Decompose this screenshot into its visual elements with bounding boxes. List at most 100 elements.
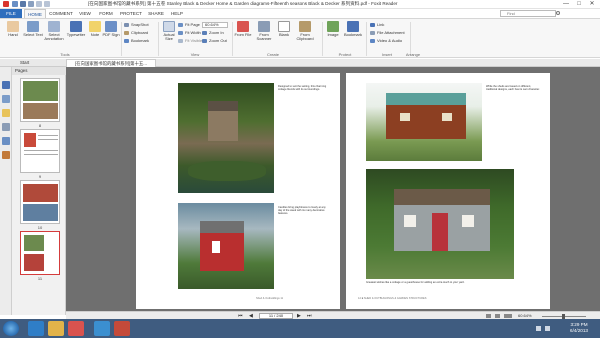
page-thumbnail[interactable] <box>20 78 60 122</box>
bookmarks-icon[interactable] <box>2 81 10 89</box>
arrange-group-label: Arrange <box>405 52 421 57</box>
group-separator <box>158 22 159 56</box>
volume-icon[interactable] <box>545 326 550 331</box>
thumbnail-page-number: 9 <box>38 174 42 179</box>
fit-page-button[interactable]: Fit Page <box>178 22 200 28</box>
fit-page-label: Fit Page <box>185 22 200 27</box>
start-button-icon[interactable] <box>3 321 19 336</box>
continuous-page-icon[interactable] <box>495 314 500 318</box>
pages-panel-title: Pages <box>12 67 66 75</box>
page-thumbnail[interactable] <box>20 231 60 275</box>
close-button[interactable]: ✕ <box>586 0 598 8</box>
tab-document[interactable]: [在向国家图书馆的藏书系列]第十五... <box>66 59 156 67</box>
from-file-icon <box>237 21 249 32</box>
thumbnail-image <box>23 103 58 119</box>
security-icon[interactable] <box>2 151 10 159</box>
fit-visible-icon <box>178 39 183 43</box>
search-icon[interactable] <box>556 11 560 15</box>
comments-icon[interactable] <box>2 109 10 117</box>
red-shed-shape <box>386 93 466 139</box>
clipboard-label: Clipboard <box>131 30 149 35</box>
select-annotation-button[interactable]: Select Annotation <box>42 21 66 51</box>
clipboard-icon <box>124 31 129 35</box>
hand-label: Hand <box>8 32 18 37</box>
note-label: Note <box>90 32 100 37</box>
select-text-button[interactable]: Select Text <box>22 21 44 51</box>
create-group-label: Create <box>266 52 279 57</box>
cottage-photo <box>178 83 274 193</box>
bookmark-label: Bookmark <box>343 32 362 37</box>
bookmark-dropdown[interactable]: Bookmark <box>124 38 149 44</box>
thumbnail-page-number: 8 <box>38 123 42 128</box>
zoom-slider[interactable] <box>542 314 586 319</box>
pdf-sign-button[interactable]: PDF Sign <box>102 21 120 51</box>
ribbon: Hand Select Text Select Annotation Typew… <box>0 18 600 58</box>
internet-explorer-icon[interactable] <box>28 321 44 336</box>
bookmark-button[interactable]: Bookmark <box>342 21 364 51</box>
from-clipboard-button[interactable]: From Clipboard <box>292 21 318 51</box>
image-button[interactable]: Image <box>324 21 342 51</box>
group-separator <box>322 22 323 56</box>
snapshot-button[interactable]: SnapShot <box>124 22 149 28</box>
typewriter-button[interactable]: Typewriter <box>64 21 88 51</box>
window-title: [在向国家图书馆的藏书系列] 第十五卷 Stanley Black & Deck… <box>88 1 398 6</box>
tab-help[interactable]: HELP <box>168 9 186 18</box>
minimize-button[interactable]: — <box>560 0 572 8</box>
single-page-icon[interactable] <box>486 314 491 318</box>
undo-icon[interactable] <box>36 1 42 7</box>
thumbnail-image <box>24 133 36 147</box>
group-separator <box>366 22 367 56</box>
tab-start[interactable]: Start <box>12 59 62 67</box>
page-thumbnail[interactable] <box>20 129 60 173</box>
fit-width-button[interactable]: Fit Width <box>178 30 201 36</box>
media-player-icon[interactable] <box>68 321 84 336</box>
from-file-button[interactable]: From File <box>234 21 252 51</box>
blank-button[interactable]: Blank <box>276 21 292 51</box>
tab-protect[interactable]: PROTECT <box>118 9 144 18</box>
tab-share[interactable]: SHARE <box>146 9 166 18</box>
zoom-out-button[interactable]: Zoom Out <box>202 38 227 44</box>
from-scanner-label: From Scanner <box>256 32 272 42</box>
from-scanner-button[interactable]: From Scanner <box>252 21 276 51</box>
hand-button[interactable]: Hand <box>2 21 24 51</box>
file-explorer-icon[interactable] <box>48 321 64 336</box>
find-input[interactable]: Find <box>500 10 556 17</box>
clock[interactable]: 3:29 PM 6/4/2013 <box>564 322 594 334</box>
link-button[interactable]: Link <box>370 22 384 28</box>
attachments-icon[interactable] <box>2 137 10 145</box>
scanner-icon <box>258 21 270 32</box>
tab-view[interactable]: VIEW <box>76 9 94 18</box>
fit-page-icon <box>178 23 183 27</box>
group-separator <box>232 22 233 56</box>
clipboard-button[interactable]: Clipboard <box>124 30 148 36</box>
group-separator <box>121 22 122 56</box>
menu-tabs: FILE HOME COMMENT VIEW FORM PROTECT SHAR… <box>0 9 600 18</box>
document-canvas[interactable]: Designed to suit the setting, this charm… <box>66 67 600 311</box>
pages-panel: Pages 8 9 10 11 <box>12 67 66 315</box>
page-navigation-bar: ⏮ ◀ 11 / 240 ▶ ⏭ 60.64% <box>66 311 600 319</box>
zoom-select[interactable]: 60.64% <box>202 22 228 28</box>
pages-icon[interactable] <box>2 95 10 103</box>
actual-size-button[interactable]: Actual Size <box>160 21 178 51</box>
file-attachment-button[interactable]: File Attachment <box>370 30 405 36</box>
tab-home[interactable]: HOME <box>24 9 46 18</box>
tab-comment[interactable]: COMMENT <box>48 9 74 18</box>
network-icon[interactable] <box>536 326 541 331</box>
fit-visible-label: Fit Visible <box>185 38 203 43</box>
print-icon[interactable] <box>28 1 34 7</box>
page-thumbnail[interactable] <box>20 180 60 224</box>
fit-visible-button[interactable]: Fit Visible <box>178 38 202 44</box>
layers-icon[interactable] <box>2 123 10 131</box>
foxit-reader-icon[interactable] <box>114 321 130 336</box>
playhouse-window <box>212 241 220 253</box>
tab-file[interactable]: FILE <box>0 9 22 18</box>
facing-page-icon[interactable] <box>504 314 512 318</box>
save-icon[interactable] <box>20 1 26 7</box>
maximize-button[interactable]: □ <box>573 0 585 8</box>
zoom-in-button[interactable]: Zoom In <box>202 30 224 36</box>
video-audio-button[interactable]: Video & Audio <box>370 38 402 44</box>
open-icon[interactable] <box>12 1 18 7</box>
tab-form[interactable]: FORM <box>96 9 116 18</box>
redo-icon[interactable] <box>44 1 50 7</box>
app-icon[interactable] <box>94 321 110 336</box>
